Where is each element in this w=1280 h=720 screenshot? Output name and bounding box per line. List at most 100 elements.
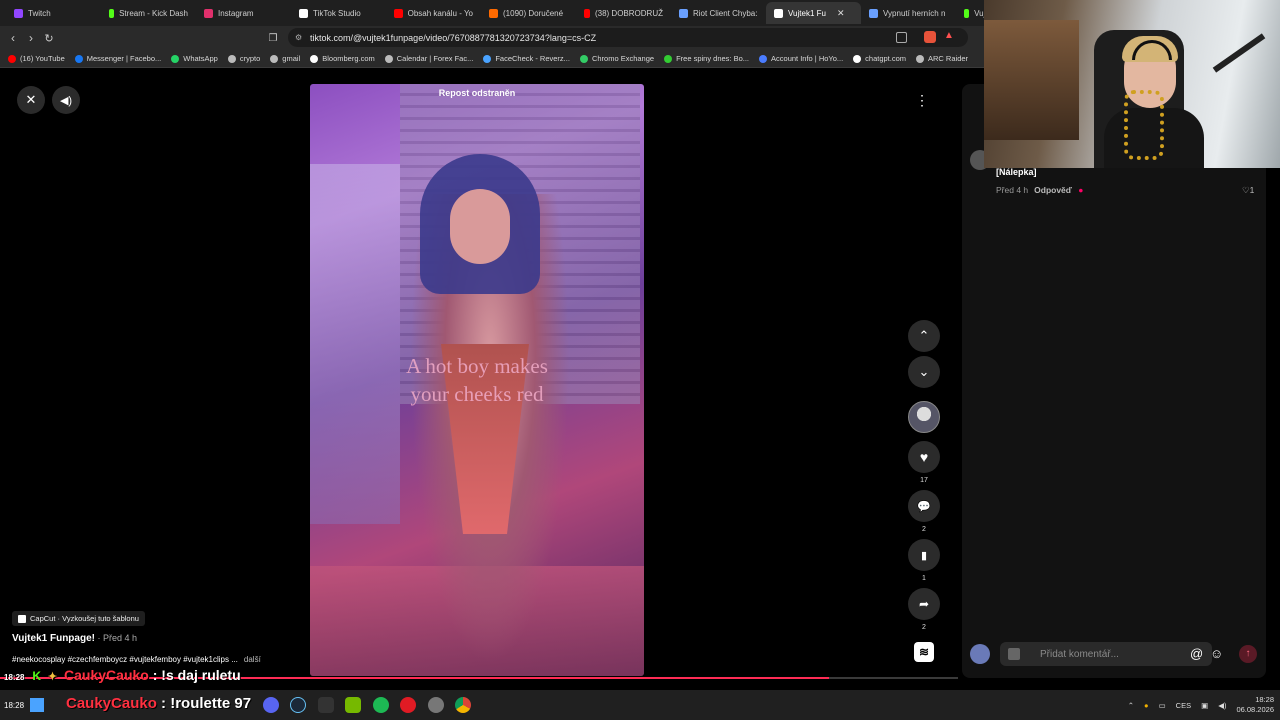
comment-like-count: 1: [1249, 185, 1255, 195]
browser-tab[interactable]: (38) DOBRODRUŽ: [576, 2, 671, 24]
chrome-icon[interactable]: [455, 697, 471, 713]
comment-time: Před 4 h: [996, 185, 1029, 195]
browser-tab[interactable]: Stream - Kick Dash: [101, 2, 196, 24]
tab-favicon-icon: [489, 8, 498, 18]
reply-link[interactable]: Odpověď: [1034, 185, 1072, 195]
user-avatar: [970, 644, 990, 664]
language-indicator[interactable]: CES: [1176, 701, 1191, 710]
share-button[interactable]: ➦: [908, 588, 940, 620]
bookmark-item[interactable]: Account Info | HoYo...: [759, 54, 843, 63]
settings-icon[interactable]: [428, 697, 444, 713]
tab-label: Vujtek1 Fu: [788, 8, 826, 18]
bookmark-item[interactable]: FaceCheck - Reverz...: [483, 54, 570, 63]
browser-tab[interactable]: (1090) Doručené: [481, 2, 576, 24]
bookmark-item[interactable]: (16) YouTube: [8, 54, 65, 63]
tray-chevron-icon[interactable]: ⌃: [1128, 701, 1134, 710]
save-button[interactable]: ▮: [908, 539, 940, 571]
caption-line-2: your cheeks red: [410, 382, 544, 406]
browser-tab[interactable]: TikTok Studio: [291, 2, 386, 24]
epic-icon[interactable]: [318, 697, 334, 713]
windows-taskbar: 18:28 CaukyCauko : !roulette 97 ⌃ ● ▭ CE…: [0, 690, 1280, 720]
creator-avatar[interactable]: [908, 401, 940, 433]
app-red-icon[interactable]: [400, 697, 416, 713]
microphone-icon[interactable]: ●: [1144, 701, 1149, 710]
send-button[interactable]: ↑: [1239, 645, 1257, 663]
chat-username-1: CaukyCauko: [64, 667, 149, 683]
bookmark-favicon-icon: [74, 54, 83, 63]
more-link[interactable]: další: [244, 655, 261, 664]
gift-icon[interactable]: [1008, 648, 1020, 660]
network-icon[interactable]: ▣: [1201, 701, 1208, 710]
bookmark-item[interactable]: chatgpt.com: [853, 54, 906, 63]
bookmark-star-icon[interactable]: ❐: [264, 33, 282, 44]
browser-tab[interactable]: Vujtek1 Fu ✕: [766, 2, 861, 24]
steam-icon[interactable]: [290, 697, 306, 713]
bookmark-item[interactable]: WhatsApp: [171, 54, 218, 63]
start-icon[interactable]: [30, 698, 44, 712]
close-tab-icon[interactable]: ✕: [837, 8, 845, 19]
close-button[interactable]: ✕: [17, 86, 45, 114]
tab-label: Twitch: [28, 8, 51, 18]
bookmark-favicon-icon: [8, 54, 16, 63]
next-video-button[interactable]: ⌄: [908, 356, 940, 388]
bookmark-item[interactable]: Free spiny dnes: Bo...: [664, 54, 749, 63]
tab-label: (38) DOBRODRUŽ: [594, 8, 663, 18]
bookmark-label: crypto: [239, 54, 261, 63]
browser-tab[interactable]: Riot Client Chyba:: [671, 2, 766, 24]
bookmark-label: Chromo Exchange: [591, 54, 655, 63]
url-bar[interactable]: ⚙ tiktok.com/@vujtek1funpage/video/76708…: [288, 28, 968, 47]
browser-tab[interactable]: Obsah kanálu - Yo: [386, 2, 481, 24]
taskbar-time: 18:28: [4, 701, 25, 710]
browser-tab[interactable]: Vypnutí herních n: [861, 2, 956, 24]
back-icon[interactable]: ‹: [4, 31, 22, 45]
comment-like[interactable]: ♡1: [1242, 185, 1254, 196]
bookmark-item[interactable]: crypto: [227, 54, 261, 63]
chat-message-1: : !s daj ruletu: [148, 667, 241, 683]
author-name: Vujtek1 Funpage!: [12, 633, 95, 644]
speaker-icon: ◀): [59, 94, 73, 107]
tab-label: Vypnutí herních n: [883, 8, 946, 18]
bookmark-item[interactable]: Calendar | Forex Fac...: [384, 54, 473, 63]
spotify-icon[interactable]: [373, 697, 389, 713]
bookmark-item[interactable]: Bloomberg.com: [310, 54, 375, 63]
hashtags-text[interactable]: #neekocosplay #czechfemboycz #vujtekfemb…: [12, 655, 238, 664]
translate-icon[interactable]: [896, 32, 907, 43]
bookmark-item[interactable]: gmail: [270, 54, 300, 63]
forward-icon[interactable]: ›: [22, 31, 40, 45]
extension-icon[interactable]: [924, 31, 936, 43]
bookmark-item[interactable]: Messenger | Facebo...: [74, 54, 161, 63]
video-player[interactable]: Repost odstraněn A hot boy makes your ch…: [310, 84, 644, 676]
tab-favicon-icon: [109, 8, 115, 18]
mention-icon[interactable]: @: [1190, 646, 1203, 661]
comment-bar: Přidat komentář... @ ☺ ↑: [970, 641, 1260, 667]
clock[interactable]: 18:28 06.08.2026: [1236, 695, 1274, 715]
nvidia-icon[interactable]: [345, 697, 361, 713]
browser-tab[interactable]: Instagram: [196, 2, 291, 24]
capcut-template-link[interactable]: CapCut · Vyzkoušej tuto šablonu: [12, 611, 145, 626]
keyboard-icon[interactable]: ▭: [1159, 701, 1166, 710]
discord-icon[interactable]: [263, 697, 279, 713]
reload-icon[interactable]: ↻: [40, 32, 58, 45]
volume-button[interactable]: ◀): [52, 86, 80, 114]
comment-button[interactable]: 💬: [908, 490, 940, 522]
warning-icon[interactable]: ▲: [944, 30, 954, 41]
capcut-icon[interactable]: ≋: [914, 642, 934, 662]
tab-favicon-icon: [679, 8, 688, 18]
bookmark-item[interactable]: ARC Raider: [916, 54, 968, 63]
comment-meta: Před 4 h Odpověď ●: [996, 185, 1083, 195]
site-info-icon[interactable]: ⚙: [295, 33, 302, 42]
volume-icon[interactable]: ◀): [1218, 701, 1226, 710]
post-hashtags: #neekocosplay #czechfemboycz #vujtekfemb…: [12, 655, 261, 664]
tab-label: Riot Client Chyba:: [693, 8, 758, 18]
post-author[interactable]: Vujtek1 Funpage! · Před 4 h: [12, 633, 137, 644]
heart-outline-icon: ♡: [1242, 185, 1250, 195]
bookmark-label: Bloomberg.com: [322, 54, 375, 63]
previous-video-button[interactable]: ⌃: [908, 320, 940, 352]
more-options-button[interactable]: ⋮: [908, 86, 936, 114]
comment-input[interactable]: Přidat komentář...: [1000, 642, 1212, 666]
like-button[interactable]: ♥: [908, 441, 940, 473]
comment-bubble-icon: 💬: [917, 500, 931, 513]
bookmark-item[interactable]: Chromo Exchange: [579, 54, 655, 63]
browser-tab[interactable]: Twitch: [6, 2, 101, 24]
emoji-icon[interactable]: ☺: [1210, 646, 1223, 661]
